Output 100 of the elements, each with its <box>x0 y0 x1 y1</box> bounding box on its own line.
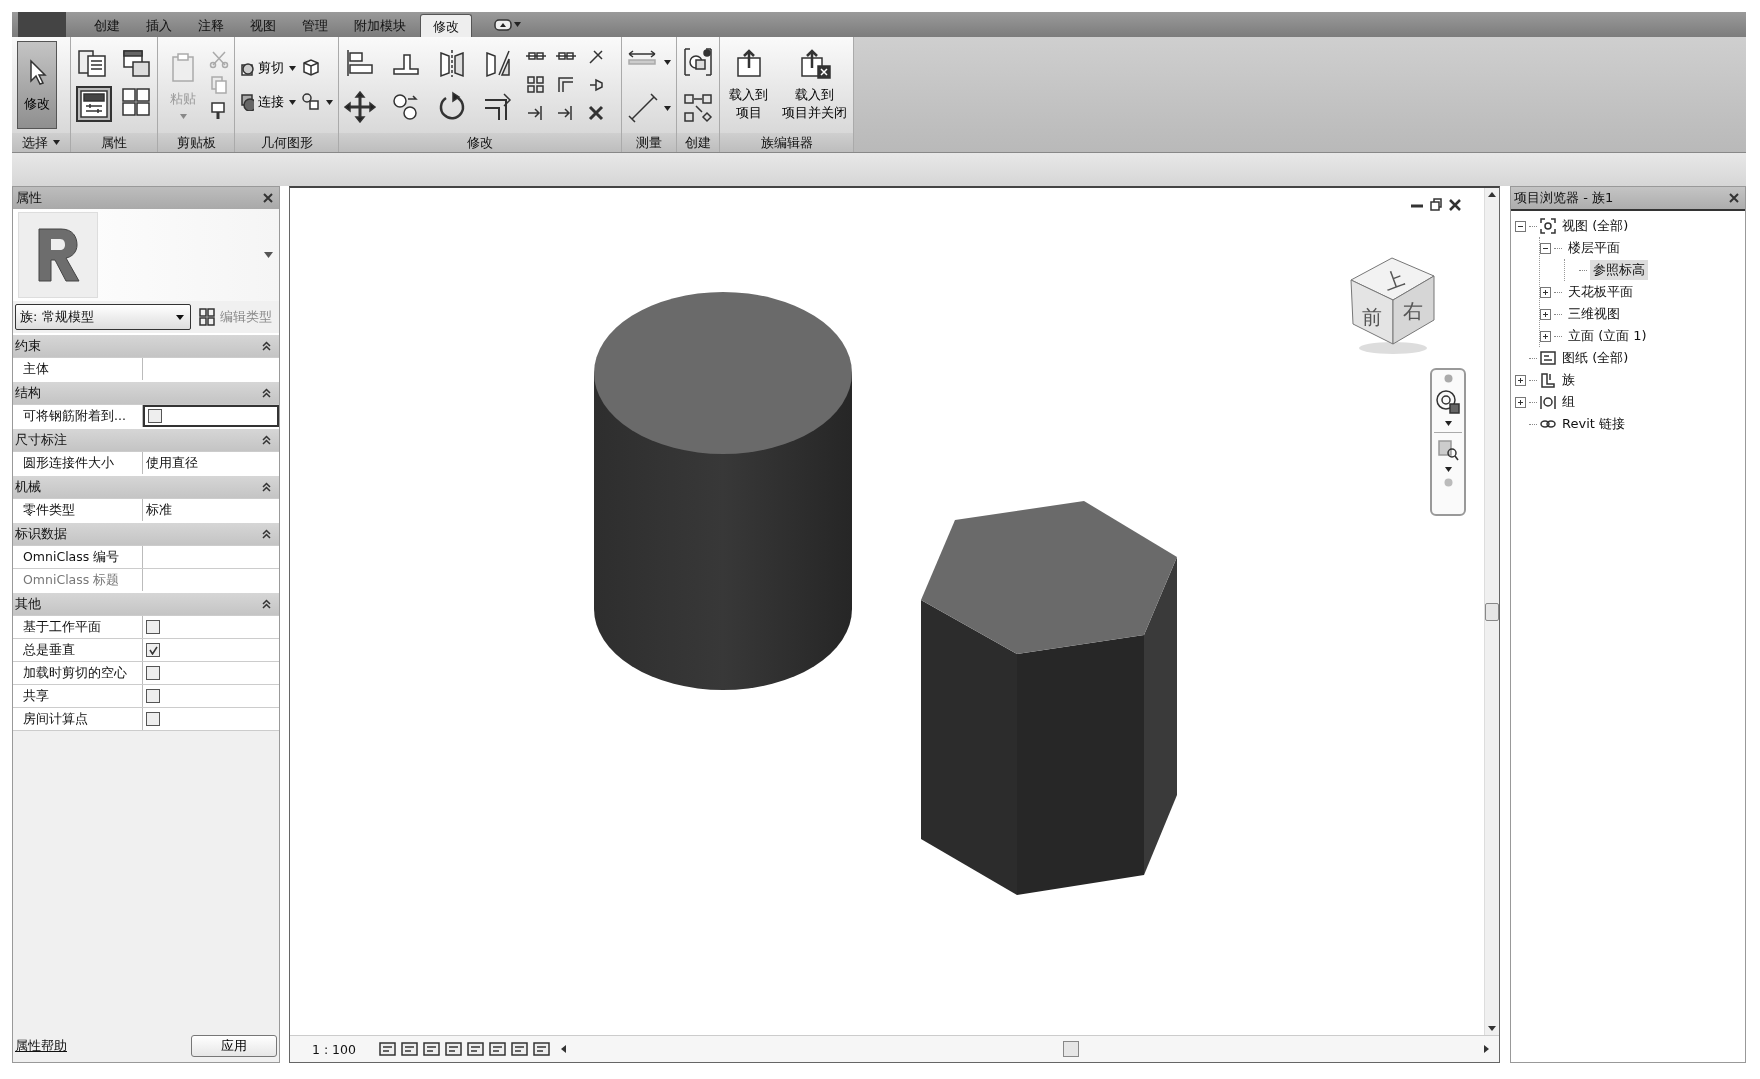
trim-icon[interactable] <box>482 91 514 123</box>
caret-icon[interactable] <box>289 65 296 71</box>
caret-icon[interactable] <box>1444 421 1452 426</box>
align-icon[interactable] <box>344 47 376 79</box>
properties-icon[interactable] <box>78 88 110 120</box>
checkbox[interactable] <box>146 643 160 657</box>
tree-item[interactable]: 三维视图 <box>1565 304 1623 324</box>
create-group-icon[interactable] <box>682 92 714 124</box>
create-family-icon[interactable] <box>682 46 714 78</box>
tree-item[interactable]: 立面 (立面 1) <box>1565 326 1650 346</box>
load-into-project-button[interactable]: 载入到 项目 <box>725 43 772 127</box>
caret-icon[interactable] <box>664 59 671 65</box>
expand-icon[interactable] <box>1515 374 1526 386</box>
tree-item[interactable]: 天花板平面 <box>1565 282 1636 302</box>
property-value-cell[interactable]: 使用直径 <box>143 452 279 474</box>
grid-icon[interactable] <box>120 86 152 118</box>
modify-tool-button[interactable]: 修改 <box>17 41 57 129</box>
collapse-icon[interactable] <box>1515 220 1526 232</box>
window-switch-icon[interactable] <box>494 18 512 31</box>
ribbon-tab[interactable]: 管理 <box>290 14 340 37</box>
ribbon-tab[interactable]: 插入 <box>134 14 184 37</box>
checkbox[interactable] <box>148 409 162 423</box>
collapse-chevron-icon[interactable] <box>262 341 271 351</box>
expand-icon[interactable] <box>1540 330 1551 342</box>
property-value-cell[interactable] <box>143 405 279 427</box>
tree-item[interactable]: 组 <box>1559 392 1578 412</box>
scroll-up-icon[interactable] <box>1488 192 1496 197</box>
array-icon[interactable] <box>526 75 546 95</box>
scroll-down-icon[interactable] <box>1488 1026 1496 1031</box>
caret-icon[interactable] <box>1444 467 1452 472</box>
scroll-left-icon[interactable] <box>561 1045 566 1053</box>
ribbon-tab[interactable]: 创建 <box>82 14 132 37</box>
collapse-icon[interactable] <box>1540 242 1551 254</box>
collapse-chevron-icon[interactable] <box>262 599 271 609</box>
collapse-chevron-icon[interactable] <box>262 482 271 492</box>
family-types-icon[interactable] <box>76 48 108 80</box>
ribbon-tab[interactable]: 附加模块 <box>342 14 418 37</box>
caret-icon <box>179 113 187 119</box>
expand-icon[interactable] <box>1540 286 1551 298</box>
view-scale[interactable]: 1 : 100 <box>290 1041 378 1057</box>
ribbon-tab[interactable]: 注释 <box>186 14 236 37</box>
panel-label: 创建 <box>685 133 711 152</box>
caret-icon[interactable] <box>326 99 333 105</box>
cut-geometry-button[interactable]: 剪切 <box>240 59 284 77</box>
checkbox[interactable] <box>146 689 160 703</box>
property-value: 标准 <box>146 501 172 519</box>
group-header: 尺寸标注 <box>15 431 67 449</box>
measure-line-icon[interactable] <box>627 92 659 124</box>
windows-icon[interactable] <box>120 48 152 80</box>
tree-item[interactable]: Revit 链接 <box>1559 414 1628 434</box>
property-name: OmniClass 标题 <box>23 571 120 589</box>
property-value-cell[interactable]: 标准 <box>143 499 279 521</box>
shapes-icon[interactable] <box>301 92 321 112</box>
help-link[interactable]: 属性帮助 <box>15 1037 67 1055</box>
tree-item[interactable]: 图纸 (全部) <box>1559 348 1632 368</box>
group-header: 其他 <box>15 595 41 613</box>
steering-wheel-icon[interactable] <box>1435 389 1461 415</box>
tree-item[interactable]: 楼层平面 <box>1565 238 1623 258</box>
tree-item[interactable]: 视图 (全部) <box>1559 216 1632 236</box>
views-icon <box>1540 218 1556 234</box>
zoom-icon[interactable] <box>1437 439 1459 461</box>
dropdown-caret-icon[interactable] <box>264 252 273 258</box>
family-icon <box>1540 372 1556 388</box>
ribbon-tab[interactable]: 修改 <box>420 14 472 37</box>
apply-button[interactable]: 应用 <box>191 1035 277 1057</box>
collapse-chevron-icon[interactable] <box>262 529 271 539</box>
edit-type-icon <box>199 308 215 326</box>
tree-item[interactable]: 族 <box>1559 370 1578 390</box>
group-header: 标识数据 <box>15 525 67 543</box>
panel-label: 族编辑器 <box>760 133 813 152</box>
expand-icon[interactable] <box>1540 308 1551 320</box>
property-name: OmniClass 编号 <box>23 548 120 566</box>
caret-icon[interactable] <box>289 99 296 105</box>
delete-icon[interactable] <box>586 103 606 123</box>
ribbon-tab[interactable]: 视图 <box>238 14 288 37</box>
checkbox[interactable] <box>146 712 160 726</box>
caret-icon[interactable] <box>664 105 671 111</box>
tree-item[interactable]: 参照标高 <box>1590 260 1648 280</box>
collapse-chevron-icon[interactable] <box>262 388 271 398</box>
restore-icon[interactable] <box>1429 198 1443 212</box>
move-icon[interactable] <box>344 91 376 123</box>
property-name: 圆形连接件大小 <box>23 454 114 472</box>
type-selector[interactable]: 族: 常规模型 <box>15 304 191 330</box>
join-geometry-button[interactable]: 连接 <box>240 93 284 111</box>
scrollbar-thumb[interactable] <box>1062 1041 1079 1057</box>
panel-title: 项目浏览器 - 族1 <box>1514 189 1614 207</box>
scroll-right-icon[interactable] <box>1484 1045 1489 1053</box>
collapse-chevron-icon[interactable] <box>262 435 271 445</box>
checkbox[interactable] <box>146 666 160 680</box>
upload-close-icon <box>798 48 831 80</box>
dropdown-caret-icon[interactable] <box>53 140 60 145</box>
scrollbar-thumb[interactable] <box>1485 602 1499 621</box>
load-and-close-button[interactable]: 载入到 项目并关闭 <box>778 43 851 127</box>
checkbox[interactable] <box>146 620 160 634</box>
property-name: 房间计算点 <box>23 710 88 728</box>
group-icon <box>1540 394 1556 410</box>
expand-icon[interactable] <box>1515 396 1526 408</box>
property-name: 主体 <box>23 360 49 378</box>
view-cube[interactable]: 上 前 右 <box>1348 248 1438 358</box>
checkmark-icon <box>148 645 158 655</box>
